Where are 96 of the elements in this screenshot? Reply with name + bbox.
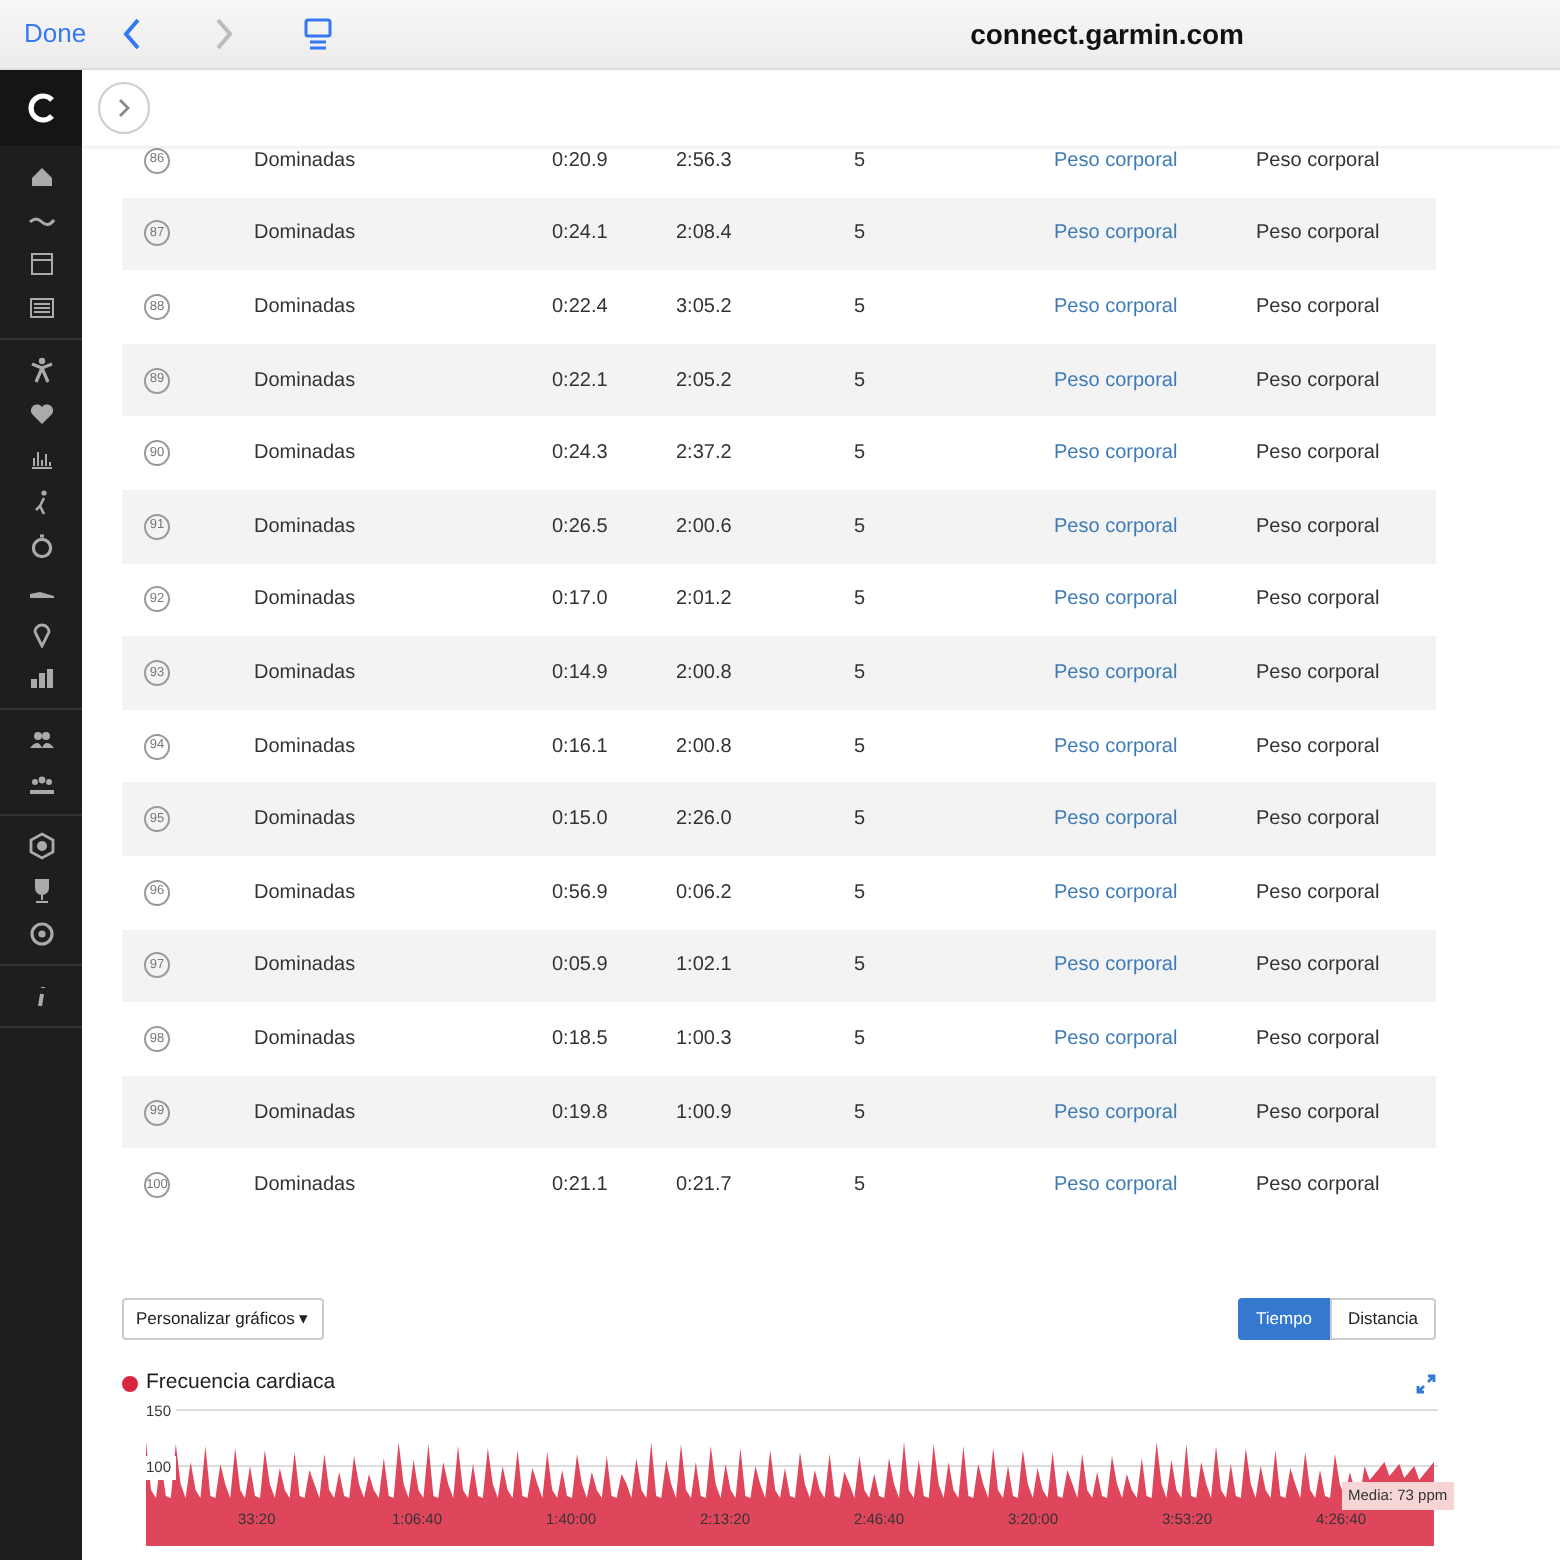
table-cell: Peso corporal [1256, 149, 1380, 172]
exercise-name: Dominadas [254, 1027, 356, 1050]
table-cell: Peso corporal [1256, 1174, 1380, 1197]
exercise-name: Dominadas [254, 295, 356, 318]
exercise-name: Dominadas [254, 1174, 356, 1197]
table-cell: 0:14.9 [552, 661, 608, 684]
table-cell: 5 [854, 735, 866, 758]
table-cell: 0:18.5 [552, 1027, 608, 1050]
weight-link[interactable]: Peso corporal [1054, 1027, 1178, 1050]
url-text: connect.garmin.com [970, 15, 1244, 54]
table-cell: 0:22.1 [552, 369, 608, 392]
table-cell: Peso corporal [1256, 735, 1380, 758]
table-cell: 0:24.3 [552, 442, 608, 465]
weight-link[interactable]: Peso corporal [1054, 369, 1178, 392]
weight-link[interactable]: Peso corporal [1054, 515, 1178, 538]
table-cell: 0:16.1 [552, 735, 608, 758]
table-cell: 2:00.8 [676, 661, 732, 684]
table-cell: 5 [854, 442, 866, 465]
weight-link[interactable]: Peso corporal [1054, 881, 1178, 904]
weight-link[interactable]: Peso corporal [1054, 808, 1178, 831]
table-cell: 5 [854, 295, 866, 318]
exercise-name: Dominadas [254, 222, 356, 245]
weight-link[interactable]: Peso corporal [1054, 661, 1178, 684]
table-cell: 0:22.4 [552, 295, 608, 318]
exercise-name: Dominadas [254, 735, 356, 758]
weight-link[interactable]: Peso corporal [1054, 588, 1178, 611]
exercise-name: Dominadas [254, 1101, 356, 1124]
table-cell: 2:00.6 [676, 515, 732, 538]
weight-link[interactable]: Peso corporal [1054, 1101, 1178, 1124]
table-cell: Peso corporal [1256, 954, 1380, 977]
table-cell: 1:00.9 [676, 1101, 732, 1124]
table-cell: 5 [854, 1101, 866, 1124]
table-cell: 2:01.2 [676, 588, 732, 611]
toggle-tab[interactable]: Distancia [1330, 1297, 1436, 1340]
table-cell: Peso corporal [1256, 295, 1380, 318]
exercise-name: Dominadas [254, 661, 356, 684]
table-cell: 5 [854, 661, 866, 684]
exercise-name: Dominadas [254, 442, 356, 465]
table-cell: 5 [854, 369, 866, 392]
table-cell: 5 [854, 808, 866, 831]
table-cell: 0:21.1 [552, 1174, 608, 1197]
table-cell: Peso corporal [1256, 515, 1380, 538]
table-cell: 5 [854, 222, 866, 245]
weight-link[interactable]: Peso corporal [1054, 954, 1178, 977]
table-cell: 5 [854, 1174, 866, 1197]
table-cell: 5 [854, 954, 866, 977]
toggle-tab[interactable]: Tiempo [1238, 1297, 1331, 1340]
weight-link[interactable]: Peso corporal [1054, 295, 1178, 318]
weight-link[interactable]: Peso corporal [1054, 442, 1178, 465]
table-cell: Peso corporal [1256, 369, 1380, 392]
table-cell: 2:26.0 [676, 808, 732, 831]
table-cell: 1:02.1 [676, 954, 732, 977]
table-cell: 2:00.8 [676, 735, 732, 758]
table-cell: 0:05.9 [552, 954, 608, 977]
weight-link[interactable]: Peso corporal [1054, 222, 1178, 245]
exercise-name: Dominadas [254, 808, 356, 831]
table-cell: 3:05.2 [676, 295, 732, 318]
table-cell: 0:06.2 [676, 881, 732, 904]
table-cell: 0:24.1 [552, 222, 608, 245]
table-cell: 0:56.9 [552, 881, 608, 904]
table-cell: 5 [854, 149, 866, 172]
table-cell: 5 [854, 881, 866, 904]
table-cell: 0:15.0 [552, 808, 608, 831]
table-cell: Peso corporal [1256, 661, 1380, 684]
table-cell: 2:56.3 [676, 149, 732, 172]
table-cell: 0:26.5 [552, 515, 608, 538]
table-cell: 5 [854, 515, 866, 538]
chart-title: Frecuencia cardiaca [146, 1367, 336, 1398]
weight-link[interactable]: Peso corporal [1054, 735, 1178, 758]
exercise-name: Dominadas [254, 369, 356, 392]
exercise-name: Dominadas [254, 515, 356, 538]
table-cell: 2:05.2 [676, 369, 732, 392]
exercise-name: Dominadas [254, 588, 356, 611]
table-cell: Peso corporal [1256, 588, 1380, 611]
table-cell: Peso corporal [1256, 1101, 1380, 1124]
exercise-name: Dominadas [254, 881, 356, 904]
table-cell: Peso corporal [1256, 222, 1380, 245]
table-cell: Peso corporal [1256, 808, 1380, 831]
table-cell: 2:08.4 [676, 222, 732, 245]
table-cell: Peso corporal [1256, 881, 1380, 904]
weight-link[interactable]: Peso corporal [1054, 149, 1178, 172]
table-cell: 5 [854, 1027, 866, 1050]
table-cell: 5 [854, 588, 866, 611]
exercise-name: Dominadas [254, 954, 356, 977]
done-button[interactable]: Done [16, 14, 95, 54]
customize-charts-button[interactable]: Personalizar gráficos ▾ [122, 1297, 324, 1340]
table-cell: 2:37.2 [676, 442, 732, 465]
table-cell: 1:00.3 [676, 1027, 732, 1050]
exercise-name: Dominadas [254, 149, 356, 172]
table-cell: Peso corporal [1256, 1027, 1380, 1050]
table-cell: 0:20.9 [552, 149, 608, 172]
table-cell: 0:19.8 [552, 1101, 608, 1124]
weight-link[interactable]: Peso corporal [1054, 1174, 1178, 1197]
table-cell: 0:17.0 [552, 588, 608, 611]
table-cell: Peso corporal [1256, 442, 1380, 465]
table-cell: 0:21.7 [676, 1174, 732, 1197]
